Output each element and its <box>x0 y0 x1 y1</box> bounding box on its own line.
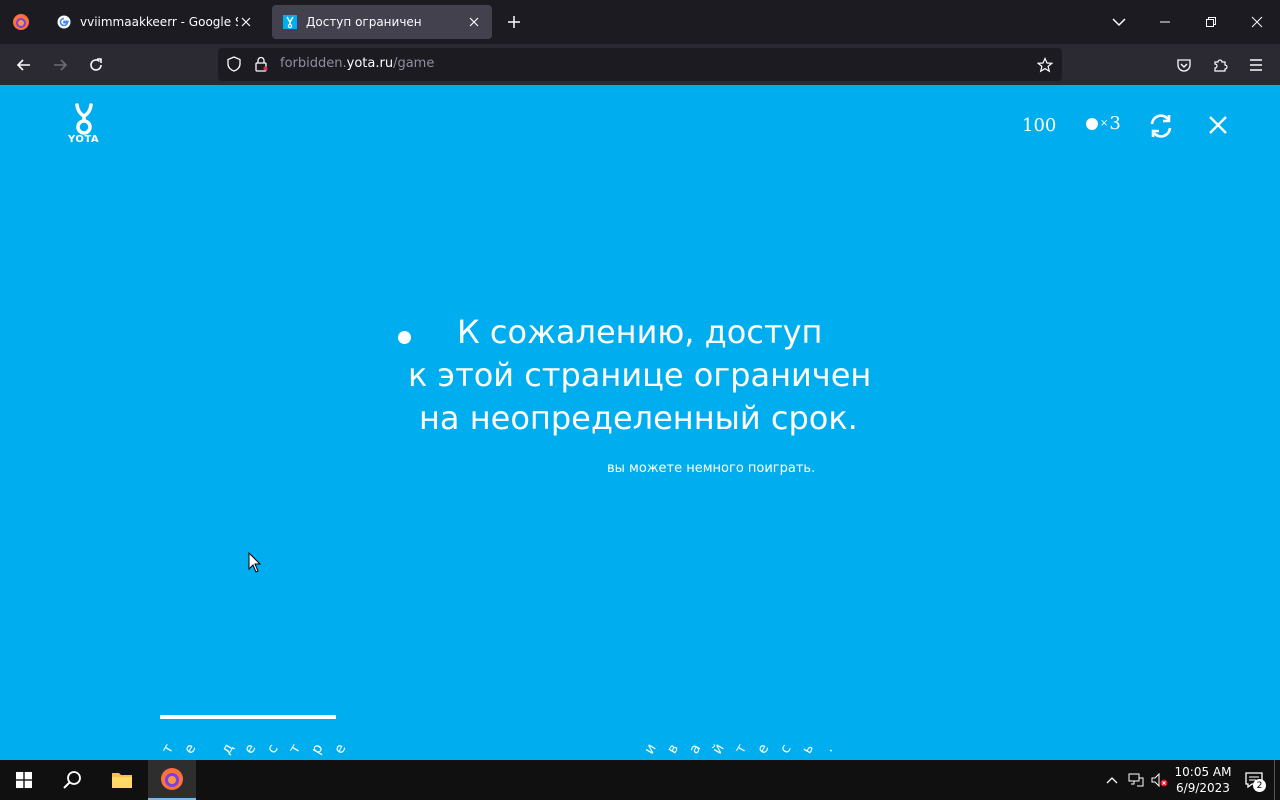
restore-icon <box>1206 17 1216 27</box>
tab-bar: vviimmaakkeerr - Google Searc Доступ огр… <box>0 0 1280 44</box>
clock[interactable]: 10:05 AM 6/9/2023 <box>1172 764 1234 796</box>
restart-game-button[interactable] <box>1146 111 1176 141</box>
arrow-right-icon <box>54 59 68 71</box>
speaker-muted-icon <box>1151 773 1168 787</box>
network-icon <box>1128 773 1144 787</box>
list-all-tabs-button[interactable] <box>1096 0 1142 44</box>
hamburger-menu-icon <box>1250 59 1262 71</box>
game-paddle[interactable] <box>160 715 336 719</box>
falling-letters-left: те дестре <box>159 740 350 758</box>
notification-count-badge: 2 <box>1253 779 1266 792</box>
search-button[interactable] <box>48 760 96 800</box>
google-icon <box>56 14 72 30</box>
firefox-icon <box>13 14 29 30</box>
play-invitation-text: вы можете немного поиграть. <box>607 461 816 476</box>
system-tray: 10:05 AM 6/9/2023 2 <box>1100 760 1280 800</box>
message-line-1: К сожалению, доступ <box>457 313 823 351</box>
action-center-button[interactable]: 2 <box>1234 760 1274 800</box>
start-button[interactable] <box>0 760 48 800</box>
tab-google-search[interactable]: vviimmaakkeerr - Google Searc <box>46 5 264 39</box>
game-ball <box>398 331 411 344</box>
puzzle-icon <box>1214 59 1228 72</box>
logo-text: YOTA <box>68 134 100 145</box>
pocket-icon <box>1177 59 1191 72</box>
message-line-3: на неопределенный срок. <box>419 399 858 437</box>
yota-favicon-icon <box>282 14 298 30</box>
bookmark-star-button[interactable] <box>1034 54 1056 76</box>
close-game-button[interactable] <box>1204 111 1232 139</box>
extensions-button[interactable] <box>1205 50 1235 80</box>
minimize-button[interactable] <box>1142 0 1188 44</box>
multiply-sign: × <box>1100 118 1109 129</box>
close-tab-icon[interactable] <box>466 14 482 30</box>
url-prefix: forbidden. <box>280 56 347 71</box>
lives-count: 3 <box>1109 113 1121 134</box>
new-tab-button[interactable] <box>500 8 528 36</box>
reload-icon <box>90 58 102 71</box>
windows-logo-icon <box>16 772 32 788</box>
windows-taskbar: 10:05 AM 6/9/2023 2 <box>0 760 1280 800</box>
tab-access-restricted[interactable]: Доступ ограничен <box>272 5 492 39</box>
volume-button[interactable] <box>1148 760 1172 800</box>
minimize-icon <box>1160 21 1170 23</box>
chevron-down-icon <box>1112 18 1126 27</box>
star-icon <box>1037 57 1053 73</box>
clock-date: 6/9/2023 <box>1176 781 1230 795</box>
tab-title: Доступ ограничен <box>306 15 422 29</box>
restore-button[interactable] <box>1188 0 1234 44</box>
url-host: yota.ru <box>346 56 394 71</box>
firefox-icon <box>161 768 183 790</box>
folder-icon <box>112 773 132 788</box>
forward-button[interactable] <box>45 50 75 80</box>
show-desktop-button[interactable] <box>1274 760 1280 800</box>
back-button[interactable] <box>9 50 39 80</box>
mouse-cursor-icon <box>248 552 262 573</box>
network-button[interactable] <box>1124 760 1148 800</box>
clock-time: 10:05 AM <box>1174 765 1232 779</box>
navigation-bar: forbidden.yota.ru/game <box>0 44 1280 85</box>
chevron-up-icon <box>1106 777 1118 784</box>
close-window-button[interactable] <box>1234 0 1280 44</box>
ball-icon <box>1086 117 1098 130</box>
close-tab-icon[interactable] <box>238 14 254 30</box>
lock-icon[interactable] <box>254 56 268 76</box>
show-hidden-icons-button[interactable] <box>1100 760 1124 800</box>
url-bar[interactable]: forbidden.yota.ru/game <box>218 48 1062 81</box>
yota-forbidden-game-page[interactable]: YOTA 100 × 3 К сожалению, доступ к этой … <box>0 85 1280 760</box>
tracking-protection-shield-icon[interactable] <box>226 56 242 76</box>
firefox-view-button[interactable] <box>0 0 42 44</box>
reload-button[interactable] <box>81 50 111 80</box>
taskbar-firefox-button[interactable] <box>148 760 196 800</box>
close-icon <box>1209 116 1227 134</box>
lives-counter: × 3 <box>1086 113 1121 134</box>
tab-title: vviimmaakkeerr - Google Searc <box>80 15 238 29</box>
pocket-button[interactable] <box>1169 50 1199 80</box>
plus-icon <box>508 16 520 28</box>
file-explorer-button[interactable] <box>98 760 146 800</box>
application-menu-button[interactable] <box>1241 50 1271 80</box>
falling-letters-right: ивайтесь. <box>641 741 837 757</box>
close-icon <box>1251 16 1263 28</box>
url-text[interactable]: forbidden.yota.ru/game <box>280 56 434 71</box>
score-counter: 100 <box>1022 115 1057 136</box>
message-line-2: к этой странице ограничен <box>408 356 872 394</box>
arrow-left-icon <box>16 59 30 71</box>
refresh-icon <box>1150 114 1172 138</box>
search-icon <box>63 771 81 789</box>
url-path: /game <box>393 56 435 71</box>
